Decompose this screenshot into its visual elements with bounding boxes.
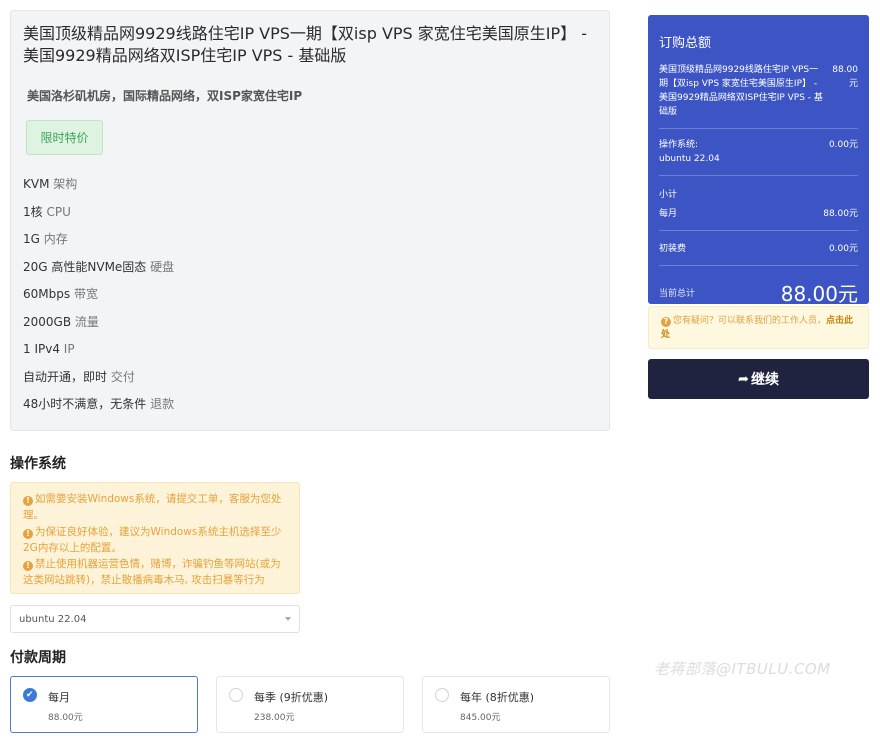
- billing-option-price: 238.00元: [254, 713, 295, 723]
- spec-label: 硬盘: [150, 259, 175, 274]
- notice-line: ! 为保证良好体验，建议为Windows系统主机选择至少2G内存以上的配置。: [23, 524, 287, 557]
- notice-line: ! 如需要安装Windows系统，请提交工单，客服为您处理。: [23, 491, 287, 524]
- spec-value: 60Mbps: [23, 287, 71, 301]
- radio-icon[interactable]: [229, 688, 243, 702]
- help-box: ? 您有疑问？可以联系我们的工作人员，点击此处: [648, 306, 869, 349]
- spec-value: KVM: [23, 177, 50, 191]
- warning-icon: !: [23, 496, 33, 506]
- spec-item: KVM 架构: [23, 177, 597, 205]
- billing-option-yearly[interactable]: 每年 (8折优惠) 845.00元: [422, 676, 610, 733]
- spec-item: 1 IPv4 IP: [23, 342, 597, 370]
- spec-item: 48小时不满意，无条件 退款: [23, 397, 597, 425]
- promo-badge: 限时特价: [26, 120, 103, 155]
- spec-label: 架构: [53, 177, 78, 191]
- continue-button[interactable]: ➦ 继续: [648, 359, 869, 399]
- product-subtitle: 美国洛杉矶机房，国际精品网络，双ISP家宽住宅IP: [27, 89, 303, 103]
- notice-text: 为保证良好体验，建议为Windows系统主机选择至少2G内存以上的配置。: [23, 525, 282, 554]
- summary-setup-label: 初装费: [659, 244, 687, 254]
- spec-label: 流量: [74, 314, 99, 329]
- spec-label: 内存: [43, 232, 68, 246]
- spec-value: 2000GB: [23, 314, 72, 329]
- summary-product-name: 美国顶级精品网9929线路住宅IP VPS一期【双isp VPS 家宽住宅美国原…: [659, 65, 823, 117]
- spec-label: 退款: [150, 397, 175, 411]
- spec-value: 1 IPv4: [23, 342, 60, 356]
- warning-icon: !: [23, 561, 33, 572]
- spec-item: 1G 内存: [23, 232, 597, 260]
- summary-os-label: 操作系统:: [659, 140, 699, 150]
- os-select[interactable]: ubuntu 22.04: [10, 605, 300, 633]
- spec-item: 60Mbps 带宽: [23, 287, 597, 315]
- product-title: 美国顶级精品网9929线路住宅IP VPS一期【双isp VPS 家宽住宅美国原…: [23, 24, 588, 65]
- spec-item: 自动开通，即时 交付: [23, 370, 597, 398]
- summary-monthly-row: 每月 88.00元: [659, 207, 858, 221]
- order-summary: 订购总额 美国顶级精品网9929线路住宅IP VPS一期【双isp VPS 家宽…: [648, 15, 869, 307]
- product-info-card: 美国顶级精品网9929线路住宅IP VPS一期【双isp VPS 家宽住宅美国原…: [10, 10, 610, 431]
- radio-checked-icon[interactable]: ✔: [23, 688, 37, 702]
- spec-label: IP: [63, 342, 75, 356]
- spec-item: 1核 CPU: [23, 205, 597, 233]
- spec-item: 2000GB 流量: [23, 315, 597, 343]
- chevron-down-icon: [285, 617, 291, 621]
- spec-value: 48小时不满意，无条件: [23, 397, 147, 411]
- billing-option-monthly[interactable]: ✔ 每月 88.00元: [10, 676, 198, 733]
- warning-icon: !: [23, 528, 33, 539]
- spec-value: 1核: [23, 204, 43, 219]
- notice-line: ! 禁止使用机器运营色情，赌博，诈骗钓鱼等网站(或为这类网站跳转)，禁止散播病毒木…: [23, 556, 287, 589]
- radio-icon[interactable]: [435, 688, 449, 702]
- billing-option-label: 每季 (9折优惠): [254, 691, 329, 704]
- billing-section-title: 付款周期: [10, 650, 66, 666]
- share-arrow-icon: ➦: [738, 371, 749, 387]
- spec-item: 20G 高性能NVMe固态 硬盘: [23, 260, 597, 288]
- summary-subtotal-row: 小计: [659, 188, 858, 202]
- os-section-title: 操作系统: [10, 456, 66, 472]
- divider: [659, 230, 858, 231]
- notice-text: 禁止使用机器运营色情，赌博，诈骗钓鱼等网站(或为这类网站跳转)，禁止散播病毒木马…: [23, 558, 281, 587]
- summary-product-row: 美国顶级精品网9929线路住宅IP VPS一期【双isp VPS 家宽住宅美国原…: [659, 63, 858, 119]
- spec-list: KVM 架构 1核 CPU 1G 内存 20G 高性能NVMe固态 硬盘 60M…: [23, 177, 597, 425]
- summary-heading: 订购总额: [659, 36, 712, 51]
- summary-os-value-row: ubuntu 22.04: [659, 152, 858, 166]
- summary-os-value: ubuntu 22.04: [659, 154, 720, 164]
- divider: [659, 175, 858, 176]
- summary-subtotal-label: 小计: [659, 190, 678, 200]
- summary-os-row: 操作系统: 0.00元: [659, 138, 858, 152]
- billing-option-quarterly[interactable]: 每季 (9折优惠) 238.00元: [216, 676, 404, 733]
- os-select-value: ubuntu 22.04: [19, 613, 87, 625]
- summary-monthly-price: 88.00元: [823, 209, 858, 219]
- spec-value: 自动开通，即时: [23, 369, 108, 384]
- divider: [659, 128, 858, 129]
- watermark: 老蒋部落@ITBULU.COM: [654, 660, 831, 678]
- billing-option-price: 845.00元: [460, 713, 501, 723]
- billing-option-label: 每月: [48, 691, 70, 704]
- spec-label: CPU: [46, 204, 71, 219]
- divider: [659, 265, 858, 266]
- summary-total-label: 当前总计: [659, 289, 696, 299]
- summary-total-row: 当前总计 88.00元: [659, 278, 858, 307]
- os-notice-box: ! 如需要安装Windows系统，请提交工单，客服为您处理。 ! 为保证良好体验，建…: [10, 482, 300, 594]
- summary-os-price: 0.00元: [828, 140, 858, 150]
- summary-monthly-label: 每月: [659, 209, 678, 219]
- spec-value: 1G: [23, 232, 40, 246]
- continue-button-label: 继续: [750, 372, 779, 388]
- help-text: 您有疑问？可以联系我们的工作人员，: [673, 316, 827, 326]
- billing-option-price: 88.00元: [48, 713, 83, 723]
- summary-total-value: 88.00元: [780, 282, 858, 306]
- summary-setup-row: 初装费 0.00元: [659, 242, 858, 256]
- notice-text: 如需要安装Windows系统，请提交工单，客服为您处理。: [23, 493, 282, 522]
- spec-label: 带宽: [73, 287, 98, 301]
- billing-option-label: 每年 (8折优惠): [460, 691, 535, 704]
- spec-value: 20G 高性能NVMe固态: [23, 259, 147, 274]
- spec-label: 交付: [110, 369, 135, 384]
- summary-product-price: 88.00元: [832, 65, 858, 89]
- summary-setup-price: 0.00元: [828, 244, 858, 254]
- question-icon: ?: [661, 317, 671, 327]
